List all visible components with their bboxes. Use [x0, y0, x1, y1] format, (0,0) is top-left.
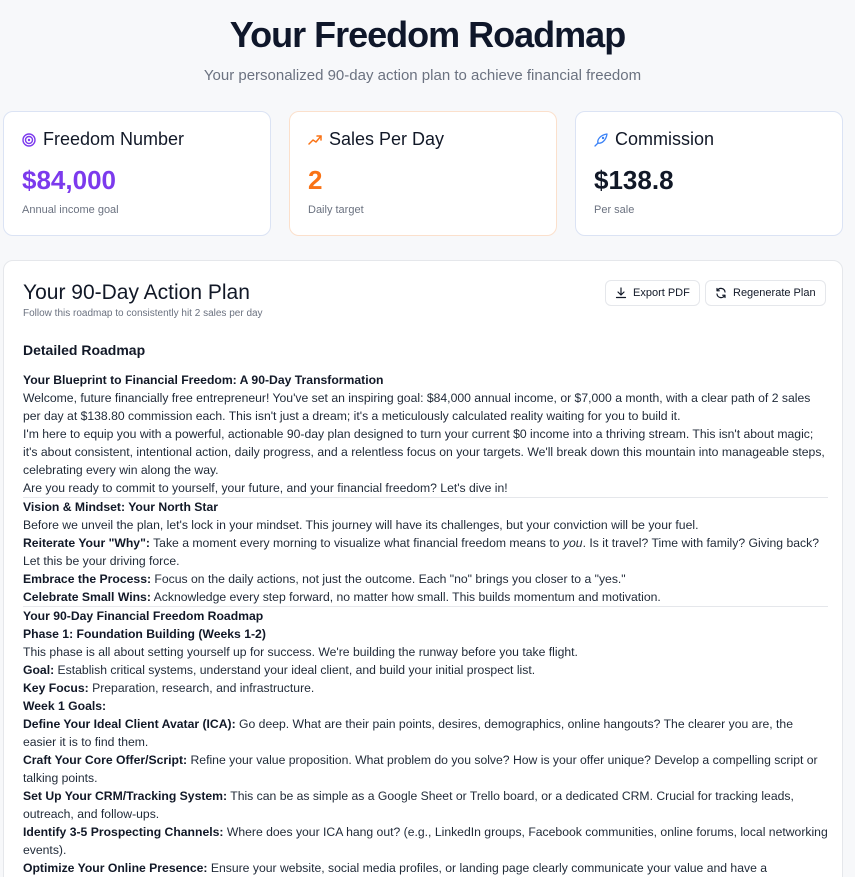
section-title: Detailed Roadmap: [23, 342, 146, 358]
stat-caption: Daily target: [308, 204, 364, 216]
list-item: Set Up Your CRM/Tracking System: This ca…: [23, 789, 794, 821]
freedom-number-card: Freedom Number $84,000 Annual income goa…: [3, 111, 271, 236]
list-item: Celebrate Small Wins: Acknowledge every …: [23, 590, 661, 604]
stat-label: Sales Per Day: [329, 129, 445, 149]
plan-subtitle: Follow this roadmap to consistently hit …: [23, 308, 263, 319]
heading: Your 90-Day Financial Freedom Roadmap: [23, 609, 264, 623]
sales-per-day-card: Sales Per Day 2 Daily target: [289, 111, 557, 236]
stat-label: Freedom Number: [43, 129, 185, 149]
page-subtitle: Your personalized 90-day action plan to …: [203, 67, 642, 84]
list-item: Goal: Establish critical systems, unders…: [23, 663, 536, 677]
heading: Vision & Mindset: Your North Star: [23, 500, 219, 514]
download-icon: [615, 287, 627, 299]
roadmap-content: Your Blueprint to Financial Freedom: A 9…: [23, 371, 828, 877]
list-item: Craft Your Core Offer/Script: Refine you…: [23, 753, 818, 785]
action-plan-card: Your 90-Day Action Plan Follow this road…: [3, 260, 843, 877]
commission-card: Commission $138.8 Per sale: [575, 111, 843, 236]
list-item: Reiterate Your "Why": Take a moment ever…: [23, 536, 819, 568]
heading: Week 1 Goals:: [23, 699, 107, 713]
stat-label: Commission: [615, 129, 715, 149]
rocket-icon: [594, 132, 608, 147]
trending-up-icon: [308, 134, 322, 145]
page-title: Your Freedom Roadmap: [229, 14, 626, 55]
list-item: Define Your Ideal Client Avatar (ICA): G…: [23, 717, 793, 749]
export-pdf-button[interactable]: Export PDF: [605, 280, 700, 306]
paragraph: Welcome, future financially free entrepr…: [23, 391, 811, 423]
target-icon: [22, 132, 36, 147]
paragraph: This phase is all about setting yourself…: [23, 645, 578, 659]
list-item: Optimize Your Online Presence: Ensure yo…: [23, 861, 768, 875]
stat-value: $138.8: [594, 165, 674, 195]
plan-title: Your 90-Day Action Plan: [23, 281, 250, 304]
export-pdf-label: Export PDF: [633, 287, 690, 299]
regenerate-plan-button[interactable]: Regenerate Plan: [705, 280, 826, 306]
stat-value: 2: [308, 165, 323, 195]
paragraph: Before we unveil the plan, let's lock in…: [23, 518, 699, 532]
regenerate-plan-label: Regenerate Plan: [733, 287, 816, 299]
stat-caption: Annual income goal: [22, 204, 119, 216]
paragraph: Are you ready to commit to yourself, you…: [23, 481, 508, 495]
paragraph: I'm here to equip you with a powerful, a…: [23, 427, 825, 477]
list-item: Key Focus: Preparation, research, and in…: [23, 681, 315, 695]
refresh-icon: [716, 287, 726, 299]
list-item: Embrace the Process: Focus on the daily …: [23, 572, 626, 586]
stat-caption: Per sale: [594, 204, 635, 216]
heading: Your Blueprint to Financial Freedom: A 9…: [23, 373, 384, 387]
stat-value: $84,000: [22, 165, 116, 195]
list-item: Identify 3-5 Prospecting Channels: Where…: [23, 825, 828, 857]
heading: Phase 1: Foundation Building (Weeks 1-2): [23, 627, 266, 641]
